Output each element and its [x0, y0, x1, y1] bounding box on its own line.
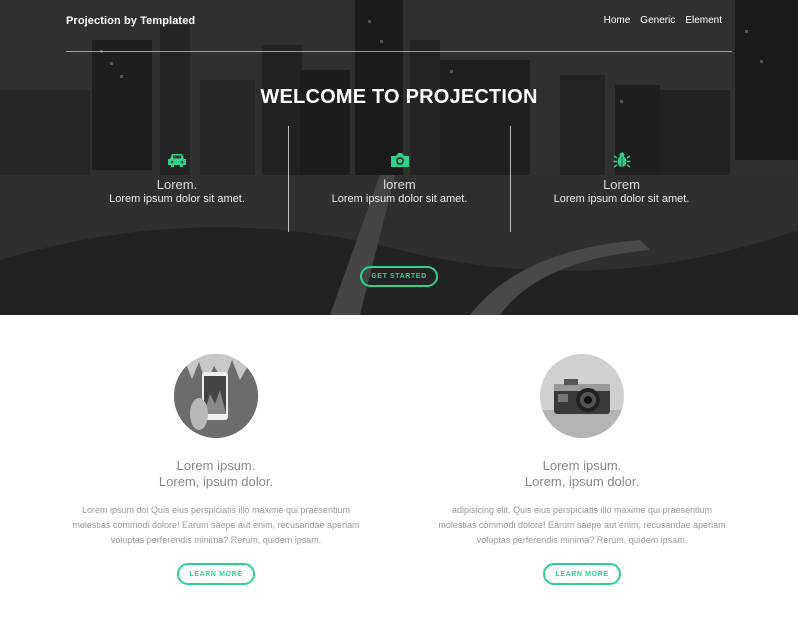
feature-heading: Lorem — [603, 177, 640, 192]
camera-icon — [390, 153, 409, 167]
column-title: Lorem ipsum. — [176, 458, 256, 473]
hero-title: WELCOME TO PROJECTION — [260, 86, 538, 108]
column-title: Lorem ipsum. — [542, 458, 622, 473]
feature-text: Lorem ipsum dolor sit amet. — [109, 193, 245, 205]
feature-row: Lorem. Lorem ipsum dolor sit amet. lorem… — [66, 126, 732, 232]
feature-heading: Lorem. — [156, 177, 198, 192]
main-nav: Home Generic Element — [604, 15, 722, 26]
car-icon — [168, 154, 186, 167]
column-subtitle: Lorem, ipsum dolor. — [158, 474, 274, 489]
content-column-right: Lorem ipsum. Lorem, ipsum dolor. adipisi… — [432, 354, 732, 585]
column-subtitle: Lorem, ipsum dolor. — [524, 474, 640, 489]
feature-heading: lorem — [383, 177, 416, 192]
column-text: adipisicing elit. Quis eius perspiciatis… — [438, 505, 726, 545]
smartphone-photo — [174, 354, 258, 438]
nav-generic-link[interactable]: Generic — [640, 15, 675, 26]
bug-icon — [613, 152, 630, 168]
column-text: Lorem ipsum dol Quis eius perspiciatis i… — [72, 505, 360, 545]
feature-text: Lorem ipsum dolor sit amet. — [553, 193, 690, 205]
hero-banner: Projection by Templated Home Generic Ele… — [0, 0, 798, 315]
feature-item: Lorem. Lorem ipsum dolor sit amet. — [66, 126, 288, 232]
header-divider — [66, 51, 732, 52]
get-started-button[interactable]: GET STARTED — [360, 266, 438, 287]
learn-more-button[interactable]: LEARN MORE — [177, 563, 255, 585]
site-brand[interactable]: Projection by Templated — [66, 15, 195, 27]
feature-item: lorem Lorem ipsum dolor sit amet. — [288, 126, 510, 232]
content-column-left: Lorem ipsum. Lorem, ipsum dolor. Lorem i… — [66, 354, 366, 585]
vintage-camera-photo — [540, 354, 624, 438]
feature-text: Lorem ipsum dolor sit amet. — [331, 193, 468, 205]
feature-item: Lorem Lorem ipsum dolor sit amet. — [510, 126, 732, 232]
learn-more-button[interactable]: LEARN MORE — [543, 563, 621, 585]
nav-home-link[interactable]: Home — [604, 15, 631, 26]
nav-element-link[interactable]: Element — [685, 15, 722, 26]
